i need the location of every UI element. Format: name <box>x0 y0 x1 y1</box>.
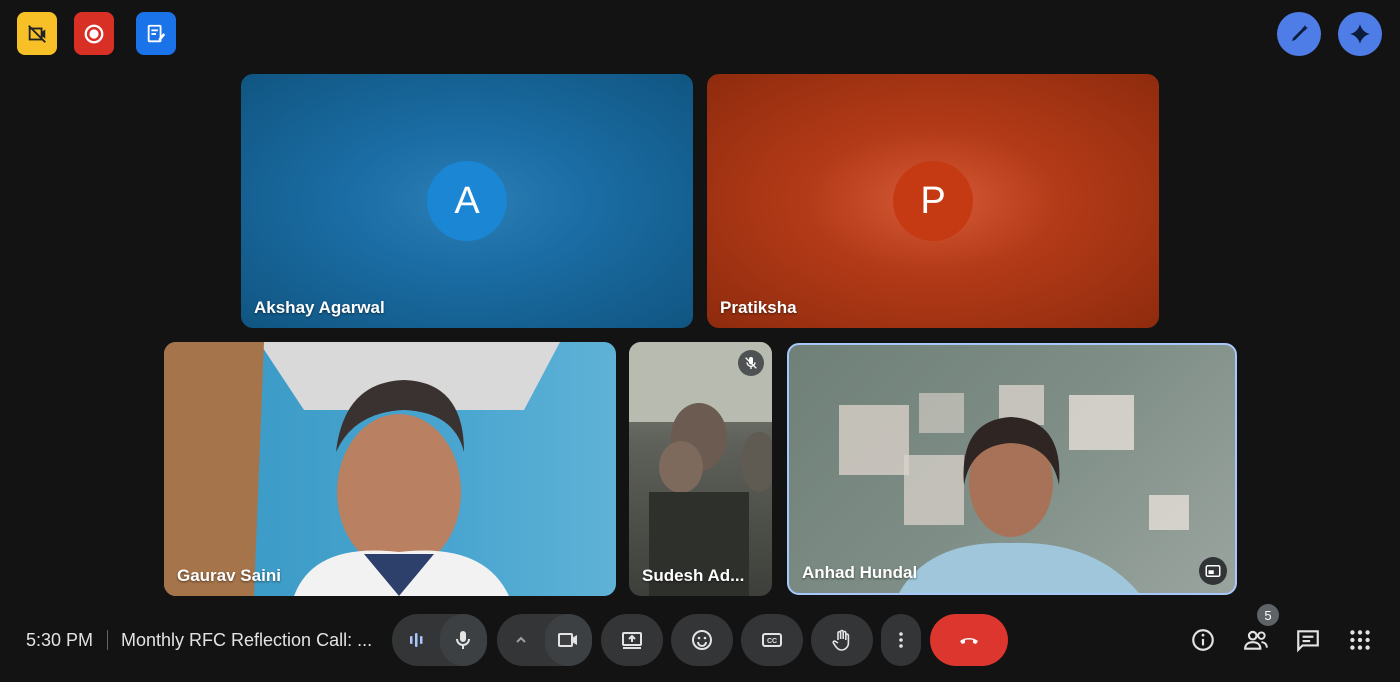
participant-tile-pratiksha[interactable]: P Pratiksha <box>707 74 1159 328</box>
audio-level-icon <box>410 633 423 647</box>
participant-tile-gaurav[interactable]: Gaurav Saini <box>164 342 616 596</box>
video-options-button[interactable] <box>498 614 545 666</box>
chevron-up-icon <box>516 636 526 643</box>
pen-sparkle-icon <box>1292 25 1308 41</box>
audio-controls <box>392 614 487 666</box>
camera-button[interactable] <box>544 614 592 666</box>
notes-badge[interactable] <box>136 12 176 55</box>
avatar: A <box>427 161 507 241</box>
participant-video <box>164 342 560 596</box>
svg-text:CC: CC <box>767 638 777 645</box>
participant-tile-sudesh[interactable]: Sudesh Ad... <box>629 342 772 596</box>
people-icon <box>1244 630 1268 650</box>
leave-call-button[interactable] <box>930 614 1008 666</box>
recording-badge[interactable] <box>74 12 114 55</box>
no-video-icon <box>28 24 46 43</box>
emoji-icon <box>692 630 712 650</box>
meeting-details-button[interactable] <box>1189 626 1217 654</box>
chat-button[interactable] <box>1294 626 1322 654</box>
meeting-title[interactable]: Monthly RFC Reflection Call: ... <box>121 630 372 651</box>
meet-window: A Akshay Agarwal P Pratiksha Gaurav Sain… <box>0 0 1400 682</box>
present-screen-icon <box>622 632 642 649</box>
participant-tile-akshay[interactable]: A Akshay Agarwal <box>241 74 693 328</box>
mic-button[interactable] <box>439 614 487 666</box>
mic-off-icon <box>738 350 764 376</box>
chat-icon <box>1297 630 1319 653</box>
activities-button[interactable] <box>1346 626 1374 654</box>
picture-in-picture-icon[interactable] <box>1199 557 1227 585</box>
reactions-button[interactable] <box>671 614 733 666</box>
end-call-icon <box>960 638 978 644</box>
no-video-badge[interactable] <box>17 12 57 55</box>
participant-name: Anhad Hundal <box>802 563 918 582</box>
participant-count-badge: 5 <box>1257 604 1279 626</box>
more-options-button[interactable] <box>881 614 921 666</box>
participant-name: Akshay Agarwal <box>254 298 385 317</box>
present-screen-button[interactable] <box>601 614 663 666</box>
participant-name: Pratiksha <box>720 298 797 317</box>
camera-icon <box>558 633 577 647</box>
participant-video <box>839 385 1189 593</box>
record-icon <box>84 24 104 43</box>
more-vert-icon <box>899 632 903 648</box>
participant-name: Sudesh Ad... <box>642 566 745 585</box>
participant-tile-anhad[interactable]: Anhad Hundal <box>787 343 1237 595</box>
hand-icon <box>832 629 850 651</box>
captions-button[interactable]: CC <box>741 614 803 666</box>
gemini-icon <box>1350 24 1370 44</box>
take-notes-button[interactable] <box>1277 12 1321 56</box>
mic-icon <box>456 631 470 649</box>
people-button[interactable] <box>1242 626 1270 654</box>
raise-hand-button[interactable] <box>811 614 873 666</box>
participant-name: Gaurav Saini <box>177 566 281 585</box>
notes-icon <box>147 24 166 42</box>
captions-icon: CC <box>762 633 782 647</box>
divider <box>107 630 108 650</box>
participant-video <box>629 342 772 596</box>
clock: 5:30 PM <box>26 630 94 650</box>
avatar: P <box>893 161 973 241</box>
video-controls <box>497 614 592 666</box>
gemini-button[interactable] <box>1338 12 1382 56</box>
apps-grid-icon <box>1350 630 1370 650</box>
info-icon <box>1192 629 1214 651</box>
audio-settings-button[interactable] <box>393 614 440 666</box>
